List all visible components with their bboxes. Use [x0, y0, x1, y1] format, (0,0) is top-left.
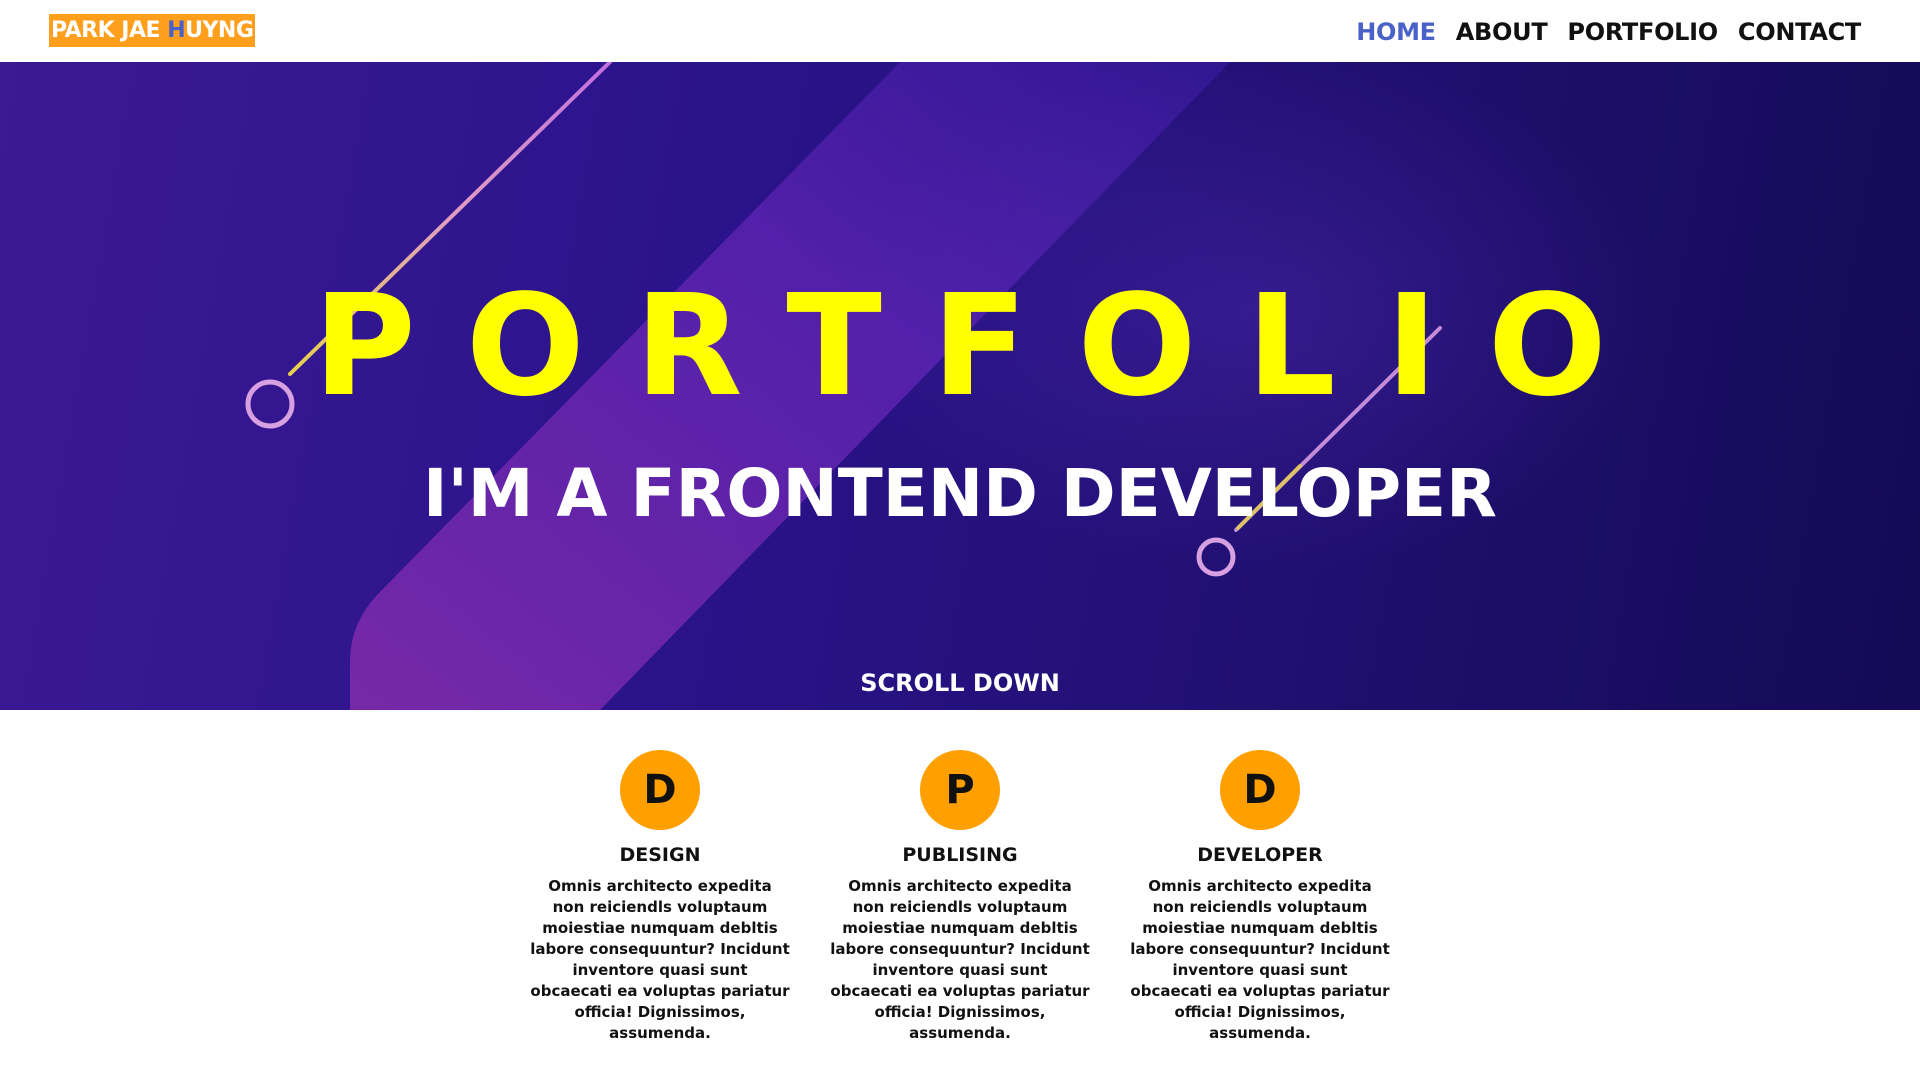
site-logo[interactable]: PARK JAE HUYNG — [49, 14, 256, 47]
service-card-design: D DESIGN Omnis architecto expedita non r… — [530, 750, 790, 1080]
logo-text-highlight: H — [167, 18, 186, 43]
nav-home[interactable]: HOME — [1356, 18, 1436, 46]
service-letter-icon: P — [920, 750, 1000, 830]
nav-portfolio[interactable]: PORTFOLIO — [1567, 18, 1718, 46]
nav-contact[interactable]: CONTACT — [1738, 18, 1861, 46]
service-card-developer: D DEVELOPER Omnis architecto expedita no… — [1130, 750, 1390, 1080]
service-title: DESIGN — [619, 844, 701, 866]
service-letter-icon: D — [620, 750, 700, 830]
hero-subtitle: I'M A FRONTEND DEVELOPER — [423, 455, 1497, 532]
nav-about[interactable]: ABOUT — [1456, 18, 1548, 46]
service-letter-icon: D — [1220, 750, 1300, 830]
hero-title: PORTFOLIO — [313, 265, 1657, 428]
service-title: PUBLISING — [902, 844, 1018, 866]
service-card-publising: P PUBLISING Omnis architecto expedita no… — [830, 750, 1090, 1080]
service-description: Omnis architecto expedita non reiciendls… — [1130, 877, 1390, 1042]
scroll-down-link[interactable]: SCROLL DOWN — [0, 668, 1920, 698]
service-description: Omnis architecto expedita non reiciendls… — [830, 877, 1090, 1042]
hero-section: PORTFOLIO I'M A FRONTEND DEVELOPER SCROL… — [0, 62, 1920, 710]
service-description: Omnis architecto expedita non reiciendls… — [530, 877, 790, 1042]
site-header: PARK JAE HUYNG HOME ABOUT PORTFOLIO CONT… — [0, 0, 1920, 62]
logo-text-part2: UYNG — [185, 18, 254, 43]
logo-text-part1: PARK JAE — [51, 18, 168, 43]
services-section: D DESIGN Omnis architecto expedita non r… — [0, 710, 1920, 1080]
service-title: DEVELOPER — [1197, 844, 1323, 866]
main-nav: HOME ABOUT PORTFOLIO CONTACT — [1356, 14, 1861, 50]
